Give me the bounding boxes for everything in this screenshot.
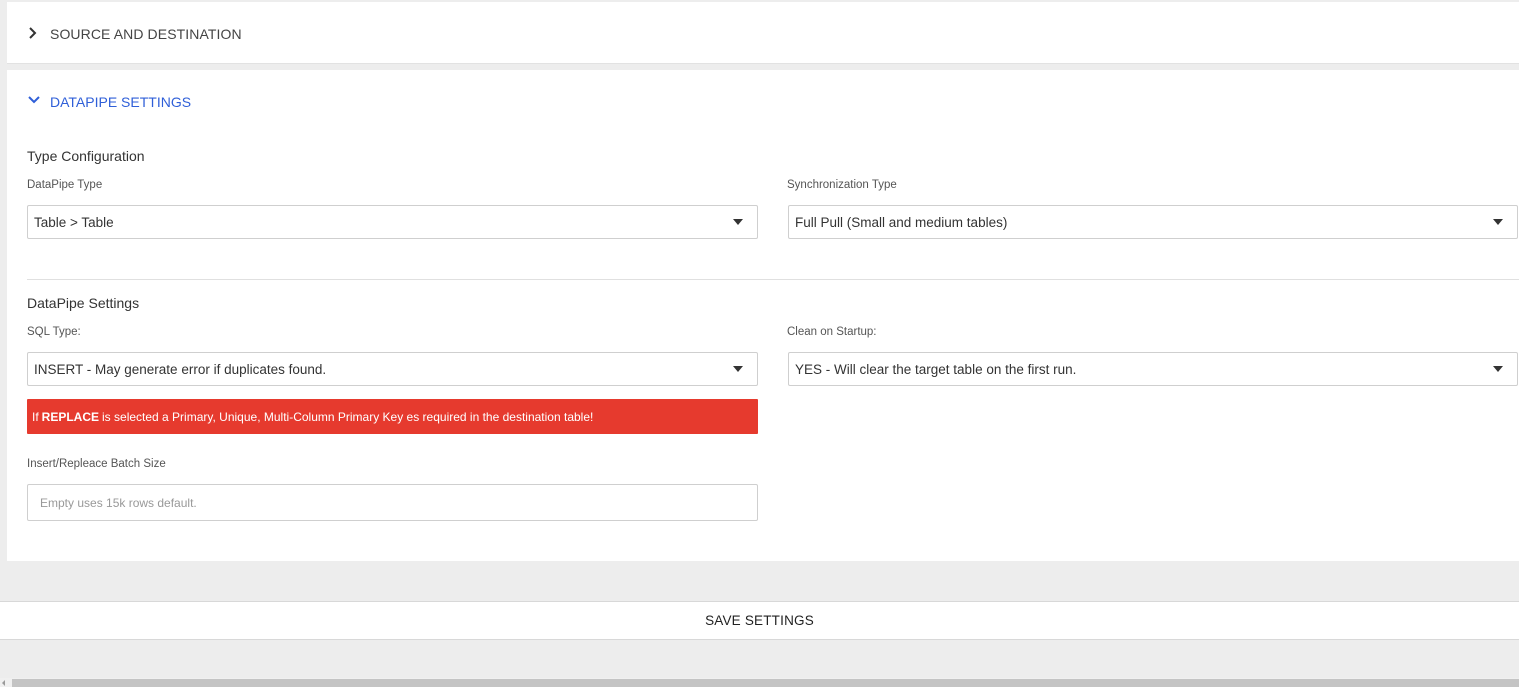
synchronization-type-select[interactable]: Full Pull (Small and medium tables) <box>788 205 1518 239</box>
sql-type-label: SQL Type: <box>27 326 81 338</box>
alert-emphasis: REPLACE <box>41 409 100 424</box>
sql-type-value: INSERT - May generate error if duplicate… <box>34 361 327 377</box>
chevron-right-icon <box>27 24 49 44</box>
source-destination-title: SOURCE AND DESTINATION <box>50 26 242 42</box>
alert-prefix: If <box>32 409 39 424</box>
datapipe-settings-section-title: DataPipe Settings <box>27 295 140 311</box>
caret-down-icon <box>733 219 743 225</box>
alert-suffix: is selected a Primary, Unique, Multi-Col… <box>102 409 594 424</box>
replace-warning-alert: If REPLACE is selected a Primary, Unique… <box>27 399 758 434</box>
save-settings-label: SAVE SETTINGS <box>705 613 814 628</box>
source-destination-header[interactable]: SOURCE AND DESTINATION <box>27 24 242 44</box>
type-configuration-title: Type Configuration <box>27 148 145 164</box>
datapipe-type-select[interactable]: Table > Table <box>27 205 758 239</box>
synchronization-type-value: Full Pull (Small and medium tables) <box>795 214 1008 230</box>
page: SOURCE AND DESTINATION DATAPIPE SETTINGS… <box>0 0 1519 687</box>
clean-on-startup-select[interactable]: YES - Will clear the target table on the… <box>788 352 1518 386</box>
sql-type-select[interactable]: INSERT - May generate error if duplicate… <box>27 352 758 386</box>
clean-on-startup-label: Clean on Startup: <box>787 326 877 338</box>
batch-size-input[interactable] <box>27 484 758 521</box>
datapipe-settings-header[interactable]: DATAPIPE SETTINGS <box>27 92 191 112</box>
datapipe-type-value: Table > Table <box>34 214 114 230</box>
caret-down-icon <box>733 366 743 372</box>
caret-down-icon <box>1493 219 1503 225</box>
chevron-down-icon <box>27 92 49 112</box>
synchronization-type-label: Synchronization Type <box>787 179 897 191</box>
datapipe-type-label: DataPipe Type <box>27 179 103 191</box>
datapipe-settings-title: DATAPIPE SETTINGS <box>50 94 192 110</box>
batch-size-label: Insert/Repleace Batch Size <box>27 458 166 470</box>
scrollbar-thumb[interactable] <box>12 679 1519 687</box>
caret-down-icon <box>1493 366 1503 372</box>
clean-on-startup-value: YES - Will clear the target table on the… <box>795 361 1077 377</box>
save-settings-button[interactable]: SAVE SETTINGS <box>0 601 1519 640</box>
datapipe-settings-panel: DATAPIPE SETTINGS Type Configuration Dat… <box>7 70 1519 561</box>
source-destination-panel: SOURCE AND DESTINATION <box>7 2 1519 64</box>
horizontal-scrollbar[interactable] <box>0 678 1519 687</box>
section-divider <box>27 279 1519 280</box>
scroll-left-arrow-icon[interactable] <box>2 680 5 686</box>
